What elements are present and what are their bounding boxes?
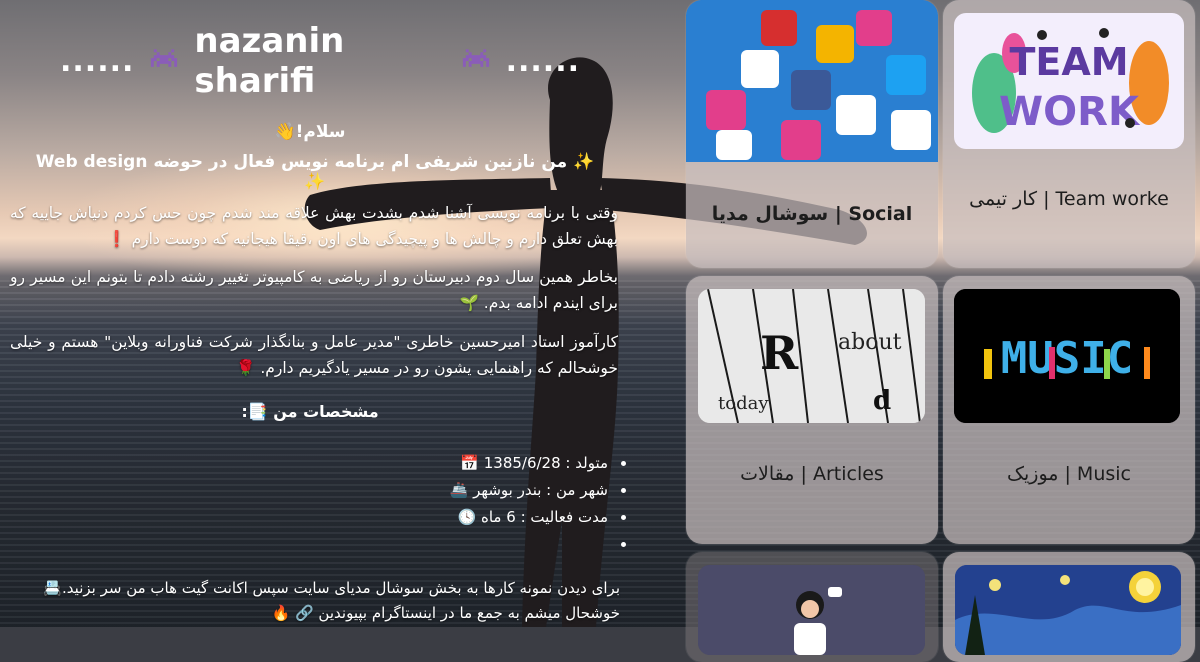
card-label: مقالات | Articles — [740, 463, 884, 485]
list-item: مدت فعالیت : 6 ماه 🕓 — [300, 504, 610, 531]
title-dots-left: ...... — [60, 43, 135, 79]
music-text: MUSIC — [1001, 333, 1133, 384]
intro-paragraph: وقتی با برنامه نویسی آشنا شدم بشدت بهش ع… — [10, 204, 618, 248]
svg-text:today: today — [718, 393, 769, 414]
music-image: MUSIC — [954, 289, 1180, 423]
headline: ✨ من نازنین شریفی ام برنامه نویس فعال در… — [35, 152, 595, 192]
card-label: کار تیمی | Team worke — [969, 188, 1169, 210]
list-item: شهر من : بندر بوشهر 🚢 — [300, 477, 610, 504]
card-label: موزیک | Music — [1006, 463, 1131, 485]
social-media-image — [686, 0, 938, 162]
card-art[interactable] — [943, 552, 1195, 662]
team-work-image: TEAM WORK — [954, 13, 1184, 149]
list-item — [300, 531, 610, 558]
newspapers-image: R about today d — [698, 289, 925, 423]
specs-list: متولد : 1385/6/28 📅 شهر من : بندر بوشهر … — [300, 450, 628, 558]
starry-night-painting — [955, 565, 1181, 655]
card-coding[interactable] — [686, 552, 938, 662]
svg-text:R: R — [760, 326, 799, 380]
footer-note: برای دیدن نمونه کارها به بخش سوشال مدیای… — [43, 579, 620, 622]
team-text: TEAM — [1009, 40, 1128, 84]
svg-text:d: d — [873, 386, 891, 416]
work-text: WORK — [999, 89, 1141, 135]
intro-paragraph: کارآموز استاد امیرحسین خاطری "مدیر عامل … — [10, 333, 618, 377]
card-team-work[interactable]: TEAM WORK کار تیمی | Team worke — [943, 0, 1195, 268]
svg-text:about: about — [838, 330, 902, 355]
intro-paragraph: بخاطر همین سال دوم دبیرستان رو از ریاضی … — [10, 268, 618, 312]
coding-girl-image — [698, 565, 925, 655]
title-dots-right: ...... — [505, 43, 580, 79]
space-invader-icon — [151, 49, 178, 67]
card-label: سوشال مدیا | Social — [711, 203, 913, 225]
card-music[interactable]: MUSIC موزیک | Music — [943, 276, 1195, 544]
team-work-illustration: TEAM WORK — [972, 28, 1169, 135]
space-invader-icon — [462, 49, 489, 67]
starry-night-image — [955, 565, 1181, 655]
newspapers: R about today d — [698, 289, 925, 423]
list-item: متولد : 1385/6/28 📅 — [300, 450, 610, 477]
specs-heading: مشخصات من 📑: — [241, 402, 379, 421]
page-title: ...... nazanin sharifi ...... — [60, 21, 580, 101]
card-social-media[interactable]: سوشال مدیا | Social — [686, 0, 938, 268]
coding-girl-illustration — [698, 565, 925, 655]
social-media-cubes — [686, 0, 938, 162]
author-name: nazanin sharifi — [194, 21, 345, 101]
greeting: سلام!👋 — [274, 122, 346, 142]
card-articles[interactable]: R about today d مقالات | Articles — [686, 276, 938, 544]
music-graffiti: MUSIC — [954, 289, 1180, 423]
